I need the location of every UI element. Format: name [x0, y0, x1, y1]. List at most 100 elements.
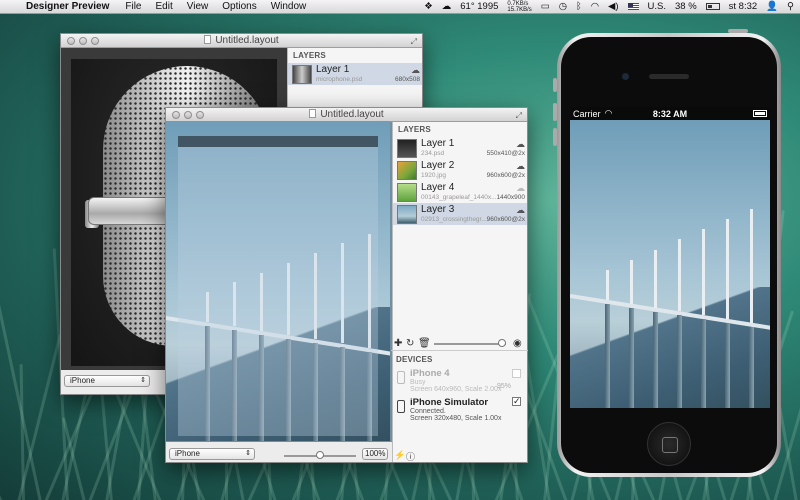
menu-view[interactable]: View: [180, 1, 216, 12]
bridge-pylon: [702, 229, 705, 316]
cloud-icon[interactable]: ☁: [516, 161, 525, 172]
volume-down-button: [553, 128, 557, 146]
hillside: [570, 287, 770, 408]
bridge-preview-image: [570, 120, 770, 408]
device-name: iPhone Simulator: [410, 397, 489, 408]
network-monitor[interactable]: 0.7KB/s 15.7KB/s: [507, 1, 531, 13]
device-checkbox-checked[interactable]: ✓: [512, 397, 521, 406]
battery-percent[interactable]: 38 %: [675, 1, 697, 12]
info-icon[interactable]: ⓘ: [406, 450, 415, 463]
weather-icon[interactable]: ☁: [442, 1, 452, 12]
spotlight-search-icon[interactable]: ⚲: [787, 1, 794, 12]
layer-file: 234.psd: [421, 150, 445, 157]
zoom-slider-knob[interactable]: [316, 451, 324, 459]
layer-row[interactable]: Layer 4 00143_grapeleaf_1440x... 1440x90…: [393, 181, 527, 203]
app-menu[interactable]: Designer Preview: [22, 1, 118, 12]
device-select[interactable]: iPhone ⇕: [169, 448, 255, 460]
fullscreen-icon[interactable]: ⤢: [516, 111, 522, 121]
front-window-titlebar[interactable]: Untitled.layout ⤢: [166, 108, 527, 122]
menu-window[interactable]: Window: [264, 1, 314, 12]
refresh-icon[interactable]: ↻: [406, 338, 414, 349]
opacity-slider[interactable]: [434, 339, 506, 347]
menu-bar: Designer Preview File Edit View Options …: [0, 0, 800, 14]
layer-file: 00143_grapeleaf_1440x...: [421, 194, 497, 201]
layer-size: 550x410@2x: [486, 150, 525, 157]
zoom-slider[interactable]: [284, 451, 356, 459]
menu-file[interactable]: File: [118, 1, 148, 12]
display-icon[interactable]: ▭: [541, 1, 550, 12]
volume-up-button: [553, 103, 557, 121]
layer-thumbnail: [397, 204, 417, 224]
device-phone-icon: [397, 400, 405, 413]
bridge-pier: [725, 323, 730, 408]
trash-icon[interactable]: 🗑: [418, 338, 431, 349]
layer-thumbnail: [397, 160, 417, 180]
device-select[interactable]: iPhone ⇕: [64, 375, 150, 387]
bluetooth-icon[interactable]: ᛒ: [576, 1, 582, 12]
device-simulator[interactable]: iPhone Simulator Connected. Screen 320x4…: [410, 397, 501, 422]
time-machine-icon[interactable]: ◷: [559, 1, 567, 12]
layers-header: LAYERS: [293, 51, 326, 60]
menu-clock[interactable]: st 8:32: [729, 1, 758, 12]
device-checkbox[interactable]: [512, 369, 521, 378]
divider: [391, 350, 528, 351]
menu-options[interactable]: Options: [215, 1, 263, 12]
cloud-icon[interactable]: ☁: [516, 205, 525, 216]
home-button[interactable]: [647, 422, 691, 466]
volume-icon[interactable]: ◀): [608, 1, 618, 12]
battery-icon[interactable]: [705, 3, 720, 10]
chevron-down-icon: ⇕: [245, 450, 251, 457]
chevron-down-icon: ⇕: [140, 377, 146, 384]
menu-edit[interactable]: Edit: [149, 1, 180, 12]
layer-row[interactable]: Layer 1 234.psd 550x410@2x ☁: [393, 137, 527, 159]
add-layer-icon[interactable]: ✚: [394, 338, 402, 349]
user-icon[interactable]: 👤: [766, 1, 778, 12]
earpiece-speaker: [649, 74, 689, 79]
layer-row[interactable]: Layer 1 microphone.psd 680x508 ☁: [288, 63, 422, 85]
bridge-pier: [701, 319, 706, 408]
iphone-simulator: Carrier ◠ 8:32 AM: [557, 33, 781, 477]
cloud-icon[interactable]: ☁: [411, 65, 420, 76]
layer-name: Layer 3: [421, 204, 455, 215]
layer-thumbnail: [292, 64, 312, 84]
layer-name: Layer 1: [316, 64, 350, 75]
back-window-titlebar[interactable]: Untitled.layout ⤢: [61, 34, 422, 48]
input-locale[interactable]: U.S.: [648, 1, 666, 12]
cloud-icon[interactable]: ☁: [516, 139, 525, 150]
cloud-icon[interactable]: ☁: [516, 183, 525, 194]
dropbox-icon[interactable]: ❖: [424, 1, 433, 12]
bridge-pylon: [726, 219, 729, 320]
wifi-icon[interactable]: ◠: [591, 1, 599, 12]
layers-header: LAYERS: [398, 125, 431, 134]
layer-name: Layer 1: [421, 138, 455, 149]
layer-name: Layer 2: [421, 160, 455, 171]
zoom-field[interactable]: 100%: [362, 448, 388, 460]
layer-name: Layer 4: [421, 182, 455, 193]
device-iphone4[interactable]: iPhone 4 Busy Screen 640x960, Scale 2.00…: [410, 368, 501, 393]
device-status: Busy: [410, 379, 426, 386]
layer-row[interactable]: Layer 2 1920.jpg 960x600@2x ☁: [393, 159, 527, 181]
bridge-pier: [605, 304, 610, 408]
ios-status-bar: Carrier ◠ 8:32 AM: [570, 107, 770, 120]
mute-switch: [553, 78, 557, 92]
layer-row[interactable]: Layer 3 02913_crossingthegr... 960x600@2…: [393, 203, 527, 225]
eye-icon[interactable]: ◉: [513, 338, 522, 349]
temperature-readout[interactable]: 61° 1995: [460, 1, 498, 12]
fullscreen-icon[interactable]: ⤢: [411, 37, 417, 47]
grass-blade: [0, 428, 3, 500]
opacity-slider-knob[interactable]: [498, 339, 506, 347]
bolt-icon[interactable]: ⚡: [394, 450, 405, 461]
devices-header: DEVICES: [396, 355, 433, 364]
bridge-pier: [653, 311, 658, 408]
layer-bounds-overlay: [178, 136, 378, 436]
bridge-pier: [677, 315, 682, 408]
document-icon: [309, 109, 317, 118]
power-button: [728, 29, 748, 33]
layer-thumbnail: [397, 138, 417, 158]
us-flag-icon[interactable]: [627, 3, 639, 10]
bridge-pylon: [678, 239, 681, 312]
ios-clock: 8:32 AM: [652, 108, 688, 119]
window-title: Untitled.layout: [320, 109, 384, 120]
bridge-pylon: [654, 249, 657, 308]
layer-size: 1440x900: [496, 194, 525, 201]
